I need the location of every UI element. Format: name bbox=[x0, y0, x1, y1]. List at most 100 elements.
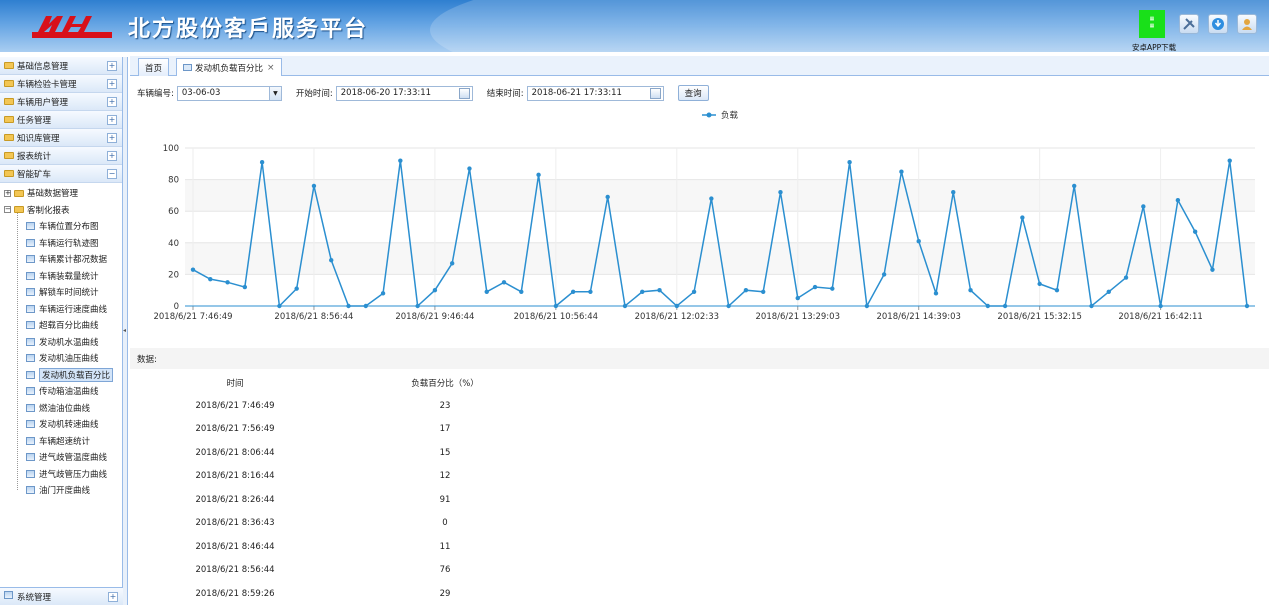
table-row: 2018/6/21 8:26:44 91 bbox=[130, 488, 630, 511]
end-time-label: 结束时间: bbox=[486, 89, 524, 99]
sidebar-menu-0[interactable]: 基础信息管理 + bbox=[0, 57, 122, 75]
sidebar-menu-2[interactable]: 车辆用户管理 + bbox=[0, 93, 122, 111]
expand-icon[interactable]: + bbox=[107, 79, 117, 89]
data-point bbox=[726, 303, 731, 309]
data-point bbox=[1020, 215, 1025, 220]
cell-load: 0 bbox=[442, 518, 448, 528]
cell-load: 91 bbox=[439, 494, 451, 505]
tree-leaf-4[interactable]: 解锁车时间统计 bbox=[0, 284, 122, 301]
tree-leaf-5[interactable]: 车辆运行速度曲线 bbox=[0, 301, 122, 318]
app-download-label[interactable]: 安卓APP下载 bbox=[1132, 42, 1176, 52]
tools-icon[interactable] bbox=[1179, 14, 1199, 34]
calendar-icon[interactable] bbox=[458, 87, 470, 99]
expand-icon[interactable]: + bbox=[107, 61, 117, 71]
data-point bbox=[1227, 158, 1232, 163]
sidebar-menu-1[interactable]: 车辆检验卡管理 + bbox=[0, 75, 122, 93]
data-point bbox=[484, 289, 489, 294]
tree-leaf-2[interactable]: 车辆累计都况数据 bbox=[0, 251, 122, 268]
vehicle-label: 车辆编号: bbox=[137, 89, 174, 99]
help-icon[interactable] bbox=[1208, 14, 1228, 34]
expand-icon[interactable]: + bbox=[108, 592, 118, 602]
data-point bbox=[570, 289, 576, 294]
data-point bbox=[795, 295, 800, 301]
tree-leaf-11[interactable]: 燃油油位曲线 bbox=[0, 400, 122, 417]
tree-leaf-8[interactable]: 发动机油压曲线 bbox=[0, 350, 122, 367]
tree-leaf-14[interactable]: 进气歧管温度曲线 bbox=[0, 449, 122, 466]
col-time-header: 时间 bbox=[226, 379, 244, 389]
y-tick-label: 80 bbox=[168, 176, 179, 186]
sidebar-menu-6[interactable]: 智能矿车 − bbox=[0, 165, 122, 183]
qr-code[interactable]: ▦ ▦ bbox=[1139, 10, 1165, 38]
data-point bbox=[864, 303, 870, 309]
tree-leaf-7[interactable]: 发动机水温曲线 bbox=[0, 334, 122, 351]
data-point bbox=[933, 291, 939, 296]
tree-leaf-16[interactable]: 油门开度曲线 bbox=[0, 482, 122, 499]
tab-engine-load[interactable]: 发动机负载百分比 × bbox=[176, 58, 282, 76]
folder-icon bbox=[4, 170, 14, 177]
calendar-icon[interactable] bbox=[649, 87, 661, 99]
sidebar-collapse-handle[interactable]: ◂ bbox=[123, 57, 128, 605]
data-point bbox=[1175, 197, 1181, 203]
expand-icon[interactable]: + bbox=[107, 151, 117, 161]
sidebar-menu-4[interactable]: 知识库管理 + bbox=[0, 129, 122, 147]
expand-icon[interactable]: + bbox=[107, 133, 117, 143]
data-point bbox=[1037, 281, 1042, 287]
data-point bbox=[881, 272, 887, 277]
tree-leaf-1[interactable]: 车辆运行轨迹图 bbox=[0, 235, 122, 252]
tree-leaf-0[interactable]: 车辆位置分布图 bbox=[0, 218, 122, 235]
data-point bbox=[899, 169, 904, 174]
start-time-input[interactable]: 2018-06-20 17:33:11 bbox=[335, 85, 473, 101]
cell-time: 2018/6/21 7:46:49 bbox=[195, 400, 275, 411]
expand-icon[interactable]: − bbox=[107, 169, 117, 179]
chevron-down-icon[interactable]: ▼ bbox=[268, 86, 281, 100]
tree-leaf-10[interactable]: 传动箱油温曲线 bbox=[0, 383, 122, 400]
data-point bbox=[1244, 303, 1250, 309]
table-row: 2018/6/21 8:16:44 12 bbox=[130, 464, 630, 487]
close-icon[interactable]: × bbox=[267, 63, 275, 73]
start-time-label: 开始时间: bbox=[295, 89, 333, 99]
collapse-icon[interactable]: − bbox=[4, 206, 11, 214]
data-point bbox=[1123, 275, 1129, 280]
end-time-input[interactable]: 2018-06-21 17:33:11 bbox=[526, 85, 664, 101]
data-point bbox=[398, 158, 403, 163]
tree-leaf-13[interactable]: 车辆超速统计 bbox=[0, 433, 122, 450]
expand-icon[interactable]: + bbox=[107, 97, 117, 107]
sidebar-menu-5[interactable]: 报表统计 + bbox=[0, 147, 122, 165]
company-logo bbox=[32, 16, 112, 38]
table-icon bbox=[26, 255, 35, 264]
vehicle-select[interactable]: 03-06-03 ▼ bbox=[176, 85, 282, 101]
expand-icon[interactable]: + bbox=[107, 115, 117, 125]
expand-icon[interactable]: + bbox=[4, 189, 11, 197]
tree-leaf-15[interactable]: 进气歧管压力曲线 bbox=[0, 466, 122, 483]
data-point bbox=[709, 196, 714, 201]
folder-icon bbox=[4, 80, 14, 87]
table-row: 2018/6/21 8:46:44 11 bbox=[130, 535, 630, 558]
cell-load: 17 bbox=[439, 424, 451, 434]
query-button[interactable]: 查询 bbox=[677, 85, 709, 101]
table-row: 2018/6/21 7:56:49 17 bbox=[130, 417, 630, 440]
tab-home[interactable]: 首页 bbox=[138, 58, 170, 76]
sidebar-item-system-management[interactable]: 系统管理 + bbox=[0, 587, 123, 605]
tree-node-basic-data[interactable]: + 基础数据管理 bbox=[0, 185, 122, 202]
app-title: 北方股份客戶服务平台 bbox=[128, 17, 369, 42]
sidebar-menu-3[interactable]: 任务管理 + bbox=[0, 111, 122, 129]
table-icon bbox=[26, 453, 35, 462]
data-point bbox=[588, 289, 593, 294]
cell-time: 2018/6/21 8:16:44 bbox=[195, 471, 275, 481]
folder-icon bbox=[4, 116, 14, 123]
data-point bbox=[380, 291, 386, 296]
table-icon bbox=[26, 370, 35, 379]
tree-leaf-9[interactable]: 发动机负载百分比 bbox=[0, 367, 122, 384]
user-icon[interactable] bbox=[1237, 14, 1257, 34]
x-tick-label: 2018/6/21 12:02:33 bbox=[635, 312, 719, 322]
cell-load: 29 bbox=[439, 588, 451, 599]
tree-leaf-6[interactable]: 超载百分比曲线 bbox=[0, 317, 122, 334]
table-icon bbox=[26, 354, 35, 363]
data-point bbox=[1210, 267, 1215, 272]
data-point bbox=[847, 160, 852, 165]
tree-leaf-3[interactable]: 车辆装载量统计 bbox=[0, 268, 122, 285]
y-tick-label: 60 bbox=[168, 207, 179, 217]
data-point bbox=[605, 194, 610, 200]
tree-node-custom-report[interactable]: − 客制化报表 bbox=[0, 202, 122, 219]
tree-leaf-12[interactable]: 发动机转速曲线 bbox=[0, 416, 122, 433]
